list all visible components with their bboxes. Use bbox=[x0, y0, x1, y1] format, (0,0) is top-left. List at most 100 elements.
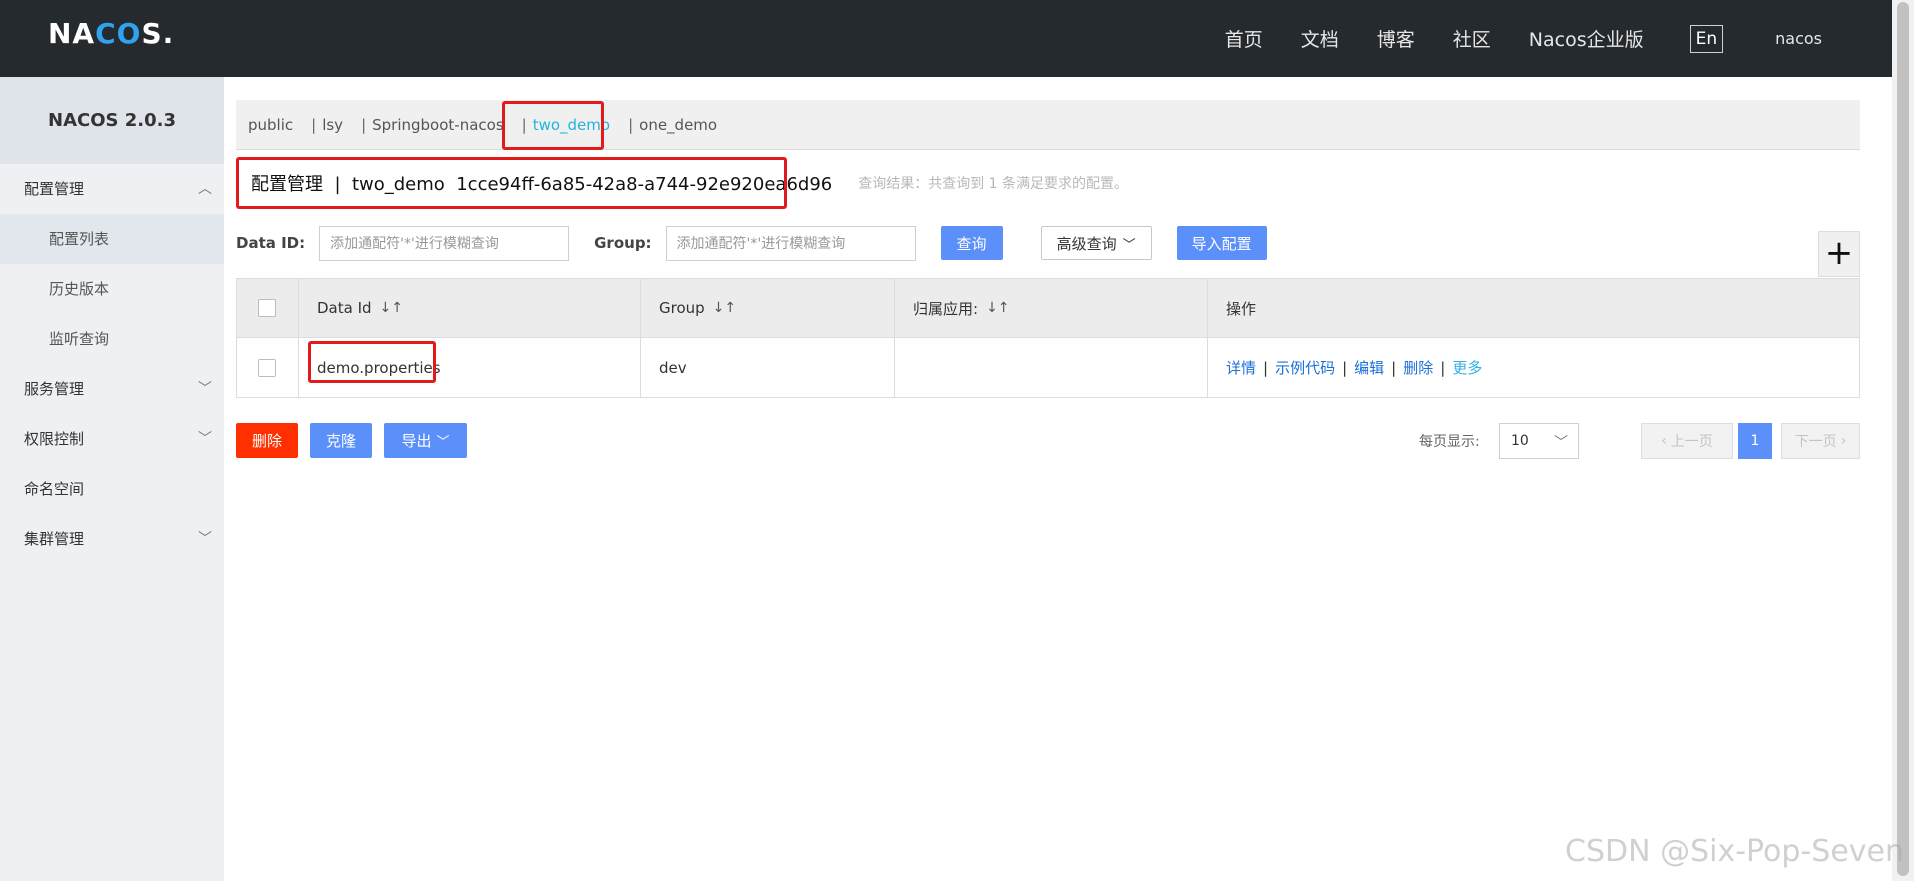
sidebar-item-label: 命名空间 bbox=[24, 480, 85, 498]
cell-operations: 详情 | 示例代码 | 编辑 | 删除 | 更多 bbox=[1208, 338, 1859, 397]
header-data-id[interactable]: Data Id ↓↑ bbox=[299, 279, 641, 337]
clone-button[interactable]: 克隆 bbox=[310, 423, 372, 458]
select-all-checkbox[interactable] bbox=[258, 299, 276, 317]
cell-group: dev bbox=[641, 338, 895, 397]
sidebar-item-config-management[interactable]: 配置管理 ︿ bbox=[0, 164, 224, 214]
scrollbar-thumb[interactable] bbox=[1897, 2, 1909, 876]
chevron-down-icon: ﹀ bbox=[1122, 237, 1136, 253]
sidebar-item-label: 监听查询 bbox=[49, 330, 110, 348]
namespace-separator: | bbox=[628, 115, 634, 134]
header-operations: 操作 bbox=[1208, 279, 1859, 337]
op-delete-link[interactable]: 删除 bbox=[1403, 357, 1433, 378]
page-title: 配置管理 | two_demo 1cce94ff-6a85-42a8-a744-… bbox=[251, 174, 833, 195]
namespace-springboot-nacos[interactable]: Springboot-nacos bbox=[372, 116, 504, 134]
per-page-value: 10 bbox=[1511, 433, 1529, 449]
nav-blog[interactable]: 博客 bbox=[1377, 25, 1415, 52]
table-header-row: Data Id ↓↑ Group ↓↑ 归属应用: ↓↑ 操作 bbox=[237, 279, 1859, 338]
chevron-down-icon: ﹀ bbox=[198, 381, 212, 397]
title-row: 配置管理 | two_demo 1cce94ff-6a85-42a8-a744-… bbox=[236, 159, 1128, 207]
header-app[interactable]: 归属应用: ↓↑ bbox=[895, 279, 1208, 337]
op-separator: | bbox=[1440, 358, 1446, 377]
per-page-select[interactable]: 10 ﹀ bbox=[1499, 423, 1579, 459]
sidebar-item-label: 服务管理 bbox=[24, 380, 85, 398]
nav-enterprise[interactable]: Nacos企业版 bbox=[1529, 25, 1644, 52]
config-table: Data Id ↓↑ Group ↓↑ 归属应用: ↓↑ 操作 demo.pro… bbox=[236, 278, 1860, 398]
sort-icon[interactable]: ↓↑ bbox=[986, 300, 1009, 316]
nav-home[interactable]: 首页 bbox=[1225, 25, 1263, 52]
namespace-bar: public | lsy | Springboot-nacos | two_de… bbox=[236, 100, 1860, 150]
header-group[interactable]: Group ↓↑ bbox=[641, 279, 895, 337]
user-menu[interactable]: nacos bbox=[1775, 29, 1822, 48]
nacos-logo[interactable]: NACOS. bbox=[48, 17, 174, 50]
nav-community[interactable]: 社区 bbox=[1453, 25, 1491, 52]
sort-icon[interactable]: ↓↑ bbox=[713, 300, 736, 316]
operations-links: 详情 | 示例代码 | 编辑 | 删除 | 更多 bbox=[1226, 357, 1482, 378]
dataid-search-input[interactable]: 添加通配符'*'进行模糊查询 bbox=[319, 225, 570, 261]
sidebar: NACOS 2.0.3 配置管理 ︿ 配置列表 历史版本 监听查询 服务管理 ﹀… bbox=[0, 77, 224, 881]
prev-page-label: 上一页 bbox=[1670, 434, 1713, 450]
top-nav-menu: 首页 文档 博客 社区 Nacos企业版 En nacos bbox=[1187, 0, 1822, 77]
chevron-left-icon: ‹ bbox=[1661, 433, 1667, 449]
op-sample-code-link[interactable]: 示例代码 bbox=[1275, 357, 1335, 378]
namespace-separator: | bbox=[311, 115, 317, 134]
sidebar-item-label: 权限控制 bbox=[24, 430, 85, 448]
namespace-separator: | bbox=[521, 115, 527, 134]
header-label: Data Id bbox=[317, 299, 372, 317]
chevron-right-icon: › bbox=[1840, 433, 1847, 449]
namespace-separator: | bbox=[361, 115, 367, 134]
query-button[interactable]: 查询 bbox=[940, 226, 1003, 260]
sidebar-item-label: 配置管理 bbox=[24, 180, 85, 198]
sidebar-item-namespace[interactable]: 命名空间 bbox=[0, 464, 224, 514]
sidebar-item-listener-query[interactable]: 监听查询 bbox=[0, 314, 224, 364]
header-checkbox-cell bbox=[237, 279, 299, 337]
op-detail-link[interactable]: 详情 bbox=[1226, 357, 1256, 378]
add-config-button[interactable]: + bbox=[1818, 231, 1860, 277]
namespace-public[interactable]: public bbox=[248, 116, 293, 134]
vertical-scrollbar[interactable] bbox=[1892, 0, 1914, 881]
sidebar-item-cluster-management[interactable]: 集群管理 ﹀ bbox=[0, 514, 224, 564]
op-separator: | bbox=[1342, 358, 1348, 377]
op-edit-link[interactable]: 编辑 bbox=[1354, 357, 1384, 378]
advanced-query-button[interactable]: 高级查询 ﹀ bbox=[1040, 226, 1152, 260]
logo-text-right: S. bbox=[141, 17, 175, 50]
page-number-current[interactable]: 1 bbox=[1738, 423, 1772, 459]
dataid-label: Data ID: bbox=[236, 234, 306, 252]
header-label: Group bbox=[659, 299, 705, 317]
main-content: public | lsy | Springboot-nacos | two_de… bbox=[224, 77, 1874, 881]
chevron-down-icon: ﹀ bbox=[198, 531, 212, 547]
logo-text-left: NA bbox=[48, 17, 96, 50]
group-search-input[interactable]: 添加通配符'*'进行模糊查询 bbox=[665, 225, 916, 261]
namespace-one-demo[interactable]: one_demo bbox=[639, 116, 717, 134]
table-row: demo.properties dev 详情 | 示例代码 | 编辑 | 删除 … bbox=[237, 338, 1859, 397]
sort-icon[interactable]: ↓↑ bbox=[380, 300, 403, 316]
nav-docs[interactable]: 文档 bbox=[1301, 25, 1339, 52]
import-config-button[interactable]: 导入配置 bbox=[1176, 226, 1267, 260]
sidebar-item-config-list[interactable]: 配置列表 bbox=[0, 214, 224, 264]
export-button[interactable]: 导出 ﹀ bbox=[384, 423, 467, 458]
chevron-down-icon: ﹀ bbox=[436, 435, 450, 450]
chevron-down-icon: ﹀ bbox=[198, 431, 212, 447]
per-page-label: 每页显示: bbox=[1419, 434, 1480, 450]
op-separator: | bbox=[1263, 358, 1269, 377]
search-row: Data ID: 添加通配符'*'进行模糊查询 Group: 添加通配符'*'进… bbox=[236, 225, 1267, 261]
next-page-button[interactable]: 下一页 › bbox=[1781, 423, 1860, 459]
batch-delete-button[interactable]: 删除 bbox=[236, 423, 298, 458]
export-label: 导出 bbox=[401, 432, 432, 450]
namespace-two-demo[interactable]: two_demo bbox=[533, 116, 610, 134]
sidebar-item-access-control[interactable]: 权限控制 ﹀ bbox=[0, 414, 224, 464]
group-label: Group: bbox=[594, 234, 652, 252]
action-row: 删除 克隆 导出 ﹀ 每页显示: 10 ﹀ ‹ 上一页 1 下一页 › bbox=[236, 423, 1860, 459]
language-switch-button[interactable]: En bbox=[1689, 24, 1724, 53]
watermark: CSDN @Six-Pop-Seven bbox=[1565, 834, 1904, 869]
sidebar-item-history[interactable]: 历史版本 bbox=[0, 264, 224, 314]
cell-data-id[interactable]: demo.properties bbox=[299, 338, 641, 397]
top-navbar: NACOS. 首页 文档 博客 社区 Nacos企业版 En nacos bbox=[0, 0, 1892, 77]
prev-page-button[interactable]: ‹ 上一页 bbox=[1641, 423, 1733, 459]
namespace-lsy[interactable]: lsy bbox=[322, 116, 343, 134]
op-more-link[interactable]: 更多 bbox=[1452, 357, 1482, 378]
sidebar-item-service-management[interactable]: 服务管理 ﹀ bbox=[0, 364, 224, 414]
row-checkbox[interactable] bbox=[258, 358, 276, 377]
chevron-down-icon: ﹀ bbox=[1554, 435, 1568, 451]
header-label: 操作 bbox=[1226, 299, 1257, 318]
logo-text-mid: CO bbox=[95, 17, 142, 50]
